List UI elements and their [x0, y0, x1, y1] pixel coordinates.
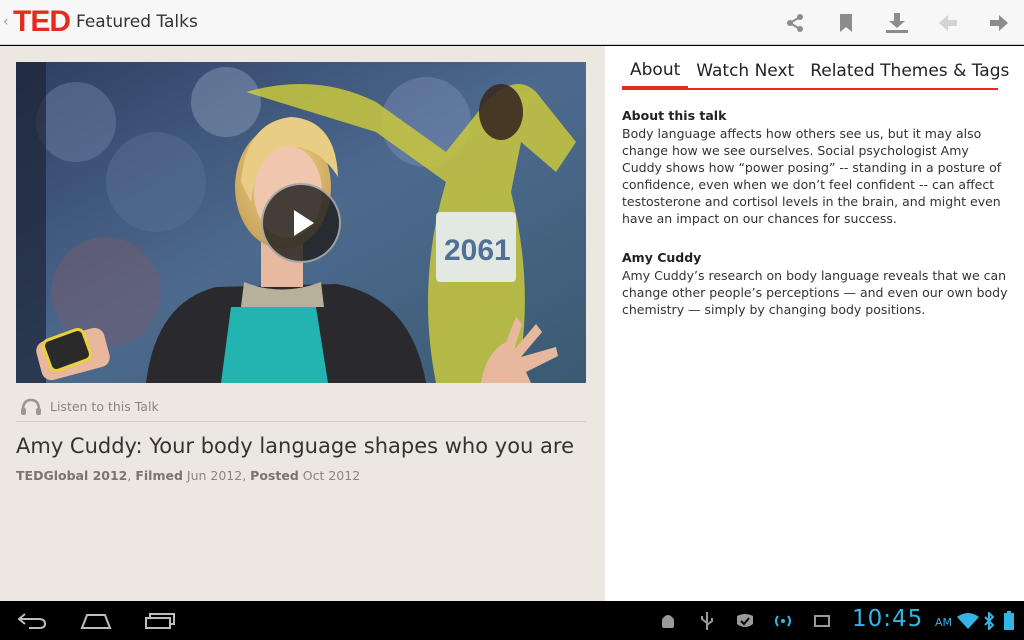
- next-button[interactable]: [973, 0, 1024, 45]
- download-icon: [885, 12, 908, 33]
- headphones-icon: [18, 397, 44, 417]
- up-caret-icon[interactable]: ‹: [3, 14, 11, 30]
- runner-bib-number: 2061: [444, 234, 511, 267]
- tab-watch-next[interactable]: Watch Next: [688, 54, 802, 88]
- hotspot-icon[interactable]: [772, 611, 794, 631]
- bluetooth-icon[interactable]: [982, 611, 996, 631]
- next-icon: [989, 14, 1008, 31]
- about-section: About this talk Body language affects ho…: [622, 108, 1012, 227]
- android-debug-icon[interactable]: [658, 611, 678, 631]
- clock-ampm: AM: [935, 616, 953, 629]
- task-check-icon[interactable]: [734, 611, 756, 631]
- previous-button[interactable]: [922, 0, 973, 45]
- action-bar: ‹ TED Featured Talks: [0, 0, 1024, 45]
- download-button[interactable]: [871, 0, 922, 45]
- speaker-section: Amy Cuddy Amy Cuddy’s research on body l…: [622, 250, 1012, 318]
- battery-icon[interactable]: [998, 611, 1020, 631]
- video-thumbnail[interactable]: 2061: [16, 62, 586, 383]
- talk-info-pane: About Watch Next Related Themes & Tags A…: [605, 46, 1024, 601]
- back-button[interactable]: [2, 601, 62, 640]
- talk-title: Amy Cuddy: Your body language shapes who…: [16, 434, 574, 458]
- action-buttons: [769, 0, 1024, 45]
- speaker-body: Amy Cuddy’s research on body language re…: [622, 268, 1008, 317]
- about-heading: About this talk: [622, 108, 727, 123]
- play-button[interactable]: [261, 183, 341, 263]
- listen-to-talk-row[interactable]: Listen to this Talk: [16, 392, 586, 422]
- bookmark-button[interactable]: [820, 0, 871, 45]
- ted-logo[interactable]: TED: [13, 7, 71, 37]
- speaker-heading: Amy Cuddy: [622, 250, 702, 265]
- posted-label: Posted: [250, 468, 299, 483]
- event-name: TEDGlobal 2012: [16, 468, 128, 483]
- app-title: Featured Talks: [76, 12, 198, 32]
- system-nav-bar: 10:45 AM: [0, 601, 1024, 640]
- share-icon: [786, 13, 803, 32]
- tab-related-themes-tags[interactable]: Related Themes & Tags: [802, 54, 1017, 88]
- share-button[interactable]: [769, 0, 820, 45]
- talk-detail-pane: 2061 Listen to this Talk Amy Cuddy: Your…: [0, 46, 605, 601]
- recent-apps-button[interactable]: [130, 601, 190, 640]
- posted-date: Oct 2012: [302, 468, 361, 483]
- wifi-icon[interactable]: [956, 611, 980, 631]
- talk-metadata: TEDGlobal 2012, Filmed Jun 2012, Posted …: [16, 468, 361, 483]
- tab-bar: About Watch Next Related Themes & Tags: [622, 54, 1009, 90]
- screen-icon[interactable]: [812, 611, 832, 631]
- filmed-label: Filmed: [135, 468, 183, 483]
- listen-label: Listen to this Talk: [50, 399, 159, 414]
- about-body: Body language affects how others see us,…: [622, 126, 1002, 226]
- filmed-date: Jun 2012: [186, 468, 243, 483]
- home-icon: [80, 613, 112, 629]
- play-icon: [294, 210, 314, 236]
- previous-icon: [938, 14, 957, 31]
- usb-icon[interactable]: [697, 611, 717, 631]
- clock-time[interactable]: 10:45: [852, 606, 923, 632]
- bookmark-icon: [839, 13, 852, 32]
- back-icon: [17, 612, 47, 629]
- recent-apps-icon: [145, 612, 175, 629]
- tab-about[interactable]: About: [622, 54, 689, 90]
- home-button[interactable]: [66, 601, 126, 640]
